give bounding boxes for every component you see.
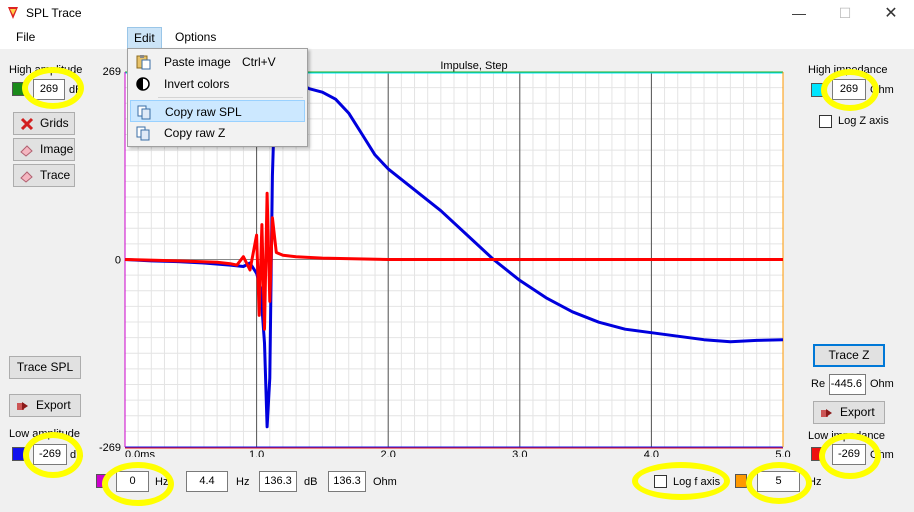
export-z-button[interactable]: Export [813,401,885,424]
frequency-readout: 4.4 [186,471,228,492]
eraser-icon [20,145,33,157]
minimize-button[interactable]: — [776,0,822,27]
log-z-axis-label: Log Z axis [838,115,889,127]
high-amplitude-label: High amplitude [9,64,83,76]
paste-icon [136,55,151,70]
x-tick-label: 5.0 [775,449,790,457]
edit-menu-dropdown: Paste image Ctrl+V Invert colors Copy ra… [127,48,308,147]
chart-title: Impulse, Step [440,60,507,72]
low-amplitude-unit: dB [70,449,84,461]
high-impedance-label: High impedance [808,64,888,76]
copy-icon [137,105,151,120]
menu-item-copy-raw-z[interactable]: Copy raw Z [130,122,305,144]
frequency-end-input[interactable]: 5 [757,471,800,492]
menu-item-invert-colors[interactable]: Invert colors [130,73,305,95]
contrast-icon [136,77,150,91]
high-amplitude-input[interactable]: 269 [33,79,65,100]
low-amplitude-label: Low amplitude [9,428,80,440]
low-impedance-input[interactable]: -269 [832,444,866,465]
log-z-axis-checkbox[interactable] [819,115,832,128]
low-amplitude-input[interactable]: -269 [33,444,67,465]
export-arrow-icon [821,409,832,417]
menu-bar: File Edit Options [0,27,914,49]
title-bar: SPL Trace — ☐ ✕ [0,0,914,27]
low-impedance-unit: Ohm [870,449,894,461]
log-f-axis-checkbox[interactable] [654,475,667,488]
y-tick-label: -269 [99,442,121,454]
menu-separator [158,97,303,98]
re-input[interactable]: -445.6 [829,374,866,395]
export-spl-button[interactable]: Export [9,394,81,417]
x-tick-label: 3.0 [512,449,527,457]
trace-spl-button[interactable]: Trace SPL [9,356,81,379]
re-label: Re [811,378,826,390]
y-tick-label: 269 [103,66,121,78]
trace-z-button[interactable]: Trace Z [813,344,885,367]
grids-button[interactable]: Grids [13,112,75,135]
y-tick-label: 0 [115,255,121,267]
menu-edit[interactable]: Edit [127,27,162,49]
low-impedance-color-swatch[interactable] [811,447,825,461]
high-impedance-unit: Ohm [870,84,894,96]
ohm-readout: 136.3 [328,471,366,492]
high-amplitude-unit: dB [69,84,83,96]
maximize-button[interactable]: ☐ [822,0,868,27]
frequency-readout-unit: Hz [236,476,250,488]
ohm-readout-unit: Ohm [373,476,397,488]
red-x-icon [20,117,34,131]
log-f-axis-label: Log f axis [673,476,721,488]
re-unit: Ohm [870,378,894,390]
x-tick-label: 0.0ms [125,449,155,457]
menu-item-copy-raw-spl[interactable]: Copy raw SPL [130,100,305,122]
frequency-start-input[interactable]: 0 [116,471,149,492]
low-impedance-label: Low impedance [808,430,886,442]
menu-item-paste-image[interactable]: Paste image Ctrl+V [130,51,305,73]
frequency-start-unit: Hz [155,476,169,488]
x-tick-label: 2.0 [381,449,396,457]
db-readout-unit: dB [304,476,318,488]
menu-options[interactable]: Options [171,30,220,44]
eraser-icon [20,171,33,183]
image-button[interactable]: Image [13,138,75,161]
menu-file[interactable]: File [12,30,39,44]
frequency-end-unit: Hz [808,476,822,488]
export-arrow-icon [17,402,28,410]
db-readout: 136.3 [259,471,297,492]
trace-button[interactable]: Trace [13,164,75,187]
high-amplitude-color-swatch[interactable] [12,82,26,96]
window-title: SPL Trace [26,6,82,20]
close-button[interactable]: ✕ [868,0,914,27]
high-impedance-color-swatch[interactable] [811,83,825,97]
app-icon [8,7,18,19]
low-amplitude-color-swatch[interactable] [12,447,26,461]
frequency-end-color-swatch[interactable] [735,474,747,488]
high-impedance-input[interactable]: 269 [832,79,866,100]
cursor-color-swatch[interactable] [96,474,106,488]
x-tick-label: 1.0 [249,449,264,457]
copy-icon [136,126,150,141]
x-tick-label: 4.0 [644,449,659,457]
